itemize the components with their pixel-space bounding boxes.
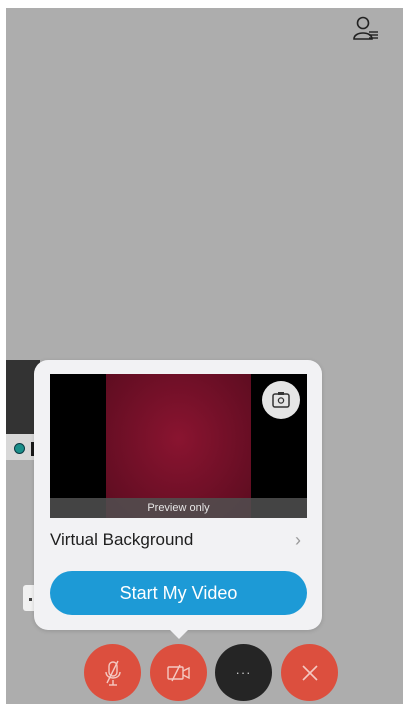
- switch-camera-button[interactable]: [262, 381, 300, 419]
- more-options-icon: ···: [235, 665, 252, 680]
- mute-button[interactable]: [84, 644, 141, 701]
- video-off-icon: [166, 664, 190, 681]
- status-indicator-icon: [14, 443, 25, 454]
- chevron-right-icon: ›: [295, 529, 301, 550]
- switch-camera-icon: [272, 392, 290, 408]
- more-options-button[interactable]: ···: [215, 644, 272, 701]
- preview-caption: Preview only: [50, 498, 307, 518]
- leave-meeting-button[interactable]: [281, 644, 338, 701]
- video-toggle-button[interactable]: [150, 644, 207, 701]
- start-my-video-button[interactable]: Start My Video: [50, 571, 307, 615]
- popover-arrow: [168, 628, 190, 639]
- virtual-background-label: Virtual Background: [50, 530, 194, 549]
- side-tag-mark: [29, 598, 32, 601]
- microphone-muted-icon: [104, 660, 121, 686]
- participants-button[interactable]: [352, 15, 380, 41]
- camera-feed: [106, 374, 251, 518]
- participants-list-icon: [353, 16, 378, 40]
- close-icon: [301, 664, 318, 681]
- virtual-background-row[interactable]: Virtual Background ›: [50, 527, 307, 553]
